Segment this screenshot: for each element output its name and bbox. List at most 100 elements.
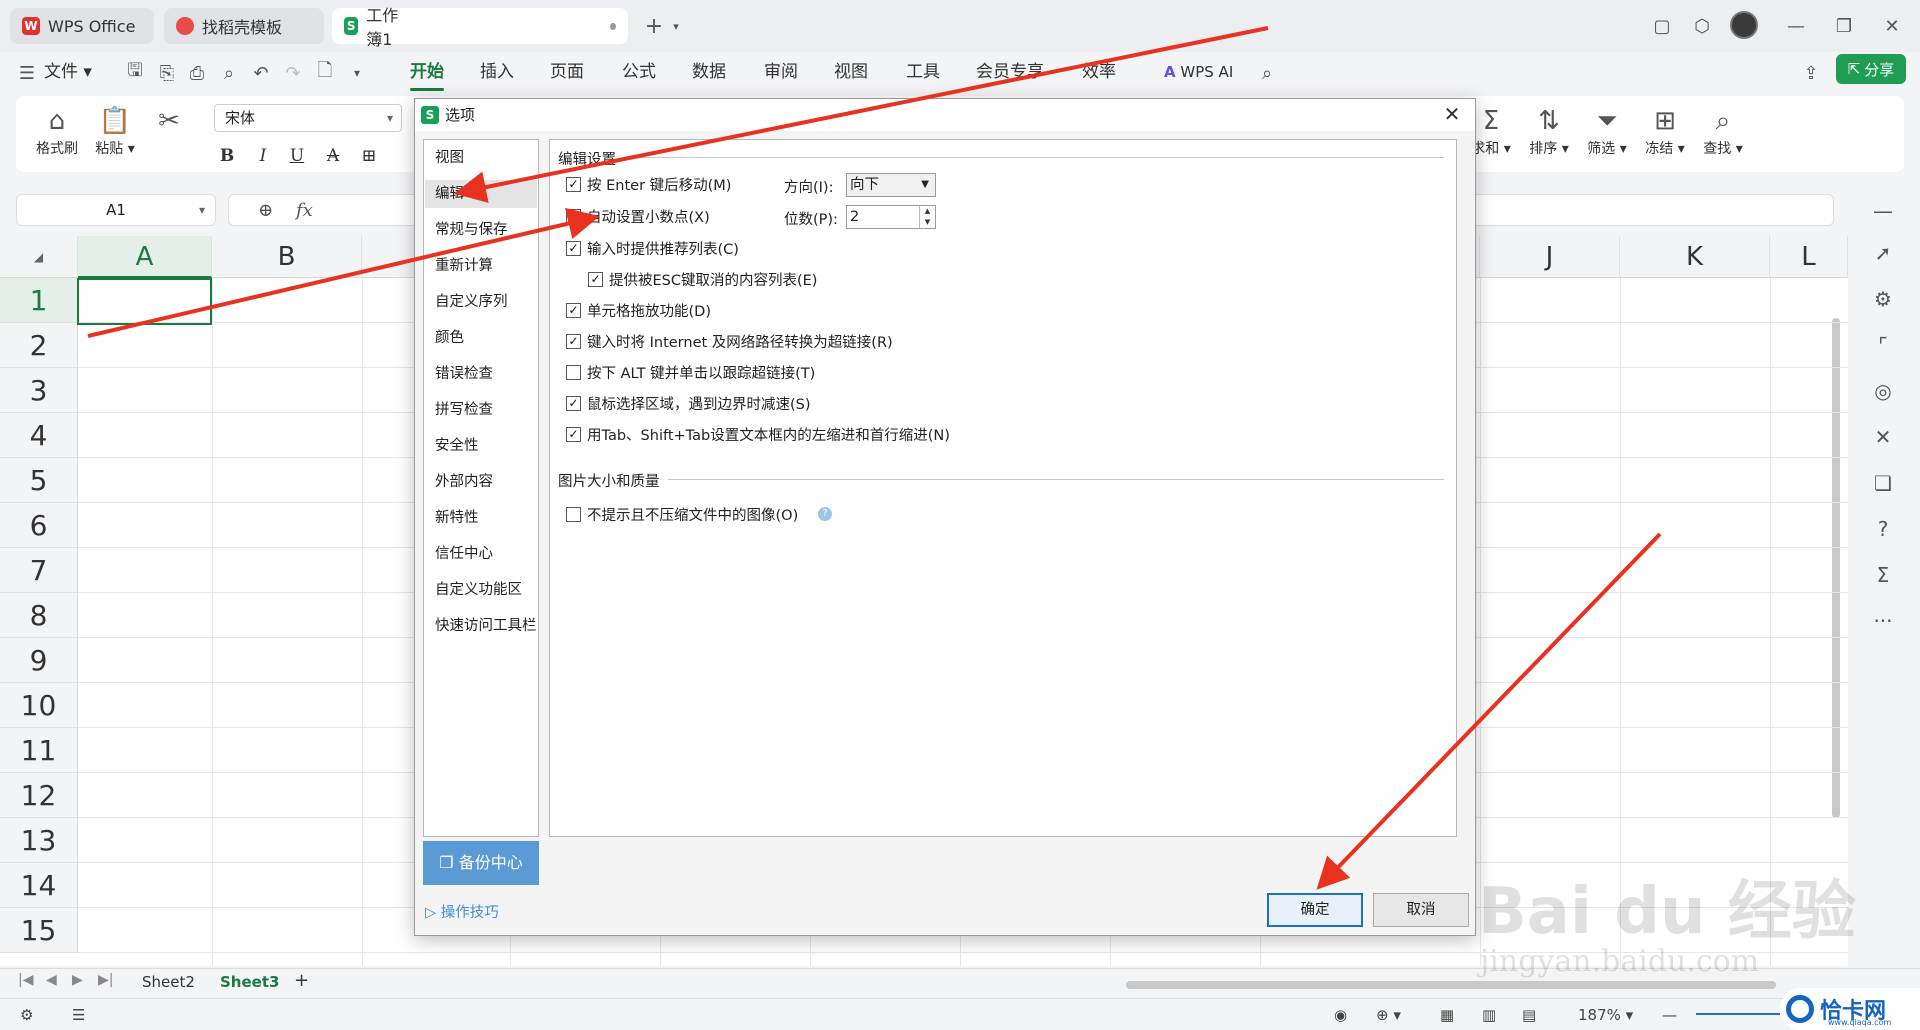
checkbox[interactable] xyxy=(566,365,581,380)
undo-icon[interactable]: ↶ xyxy=(250,62,272,84)
menu-file[interactable]: 文件 ▾ xyxy=(44,58,92,86)
menu-member[interactable]: 会员专享 xyxy=(976,58,1044,86)
find-button[interactable]: ⌕ 查找 ▾ xyxy=(1698,104,1748,158)
window-layout-icon[interactable]: ▢ xyxy=(1650,14,1674,38)
tab-template[interactable]: 找稻壳模板 xyxy=(164,8,324,44)
sheet-tab-sheet2[interactable]: Sheet2 xyxy=(142,973,195,991)
row-header[interactable]: 10 xyxy=(0,683,78,728)
menu-review[interactable]: 审阅 xyxy=(764,58,798,86)
zoom-out-icon[interactable]: — xyxy=(1662,1006,1677,1024)
layout-icon[interactable]: ⊕ ▾ xyxy=(1376,1006,1401,1024)
freeze-button[interactable]: ⊞ 冻结 ▾ xyxy=(1640,104,1690,158)
italic-button[interactable]: I xyxy=(250,144,276,168)
checkbox[interactable] xyxy=(566,507,581,522)
more-chevron-icon[interactable]: ▾ xyxy=(346,62,368,84)
spinner-icon[interactable]: ▲ ▼ xyxy=(919,206,935,228)
option-enter-move[interactable]: ✓ 按 Enter 键后移动(M) xyxy=(566,174,731,195)
ok-button[interactable]: 确定 xyxy=(1267,893,1363,927)
column-header-l[interactable]: L xyxy=(1770,236,1848,278)
normal-view-icon[interactable]: ▦ xyxy=(1440,1006,1454,1024)
bold-button[interactable]: B xyxy=(214,144,240,168)
menu-data[interactable]: 数据 xyxy=(692,58,726,86)
sheet-list-icon[interactable]: ☰ xyxy=(72,1006,85,1024)
row-header[interactable]: 12 xyxy=(0,773,78,818)
option-suggest-list[interactable]: ✓ 输入时提供推荐列表(C) xyxy=(566,238,739,259)
eye-icon[interactable]: ◉ xyxy=(1334,1006,1347,1024)
new-doc-icon[interactable]: 🗋 xyxy=(314,60,336,84)
print-preview-icon[interactable]: ⌕ xyxy=(218,62,240,84)
search-icon[interactable]: ⌕ xyxy=(1256,62,1278,84)
nav-item[interactable]: 安全性 xyxy=(435,434,479,455)
nav-item[interactable]: 信任中心 xyxy=(435,542,493,563)
row-header[interactable]: 15 xyxy=(0,908,78,953)
tab-workbook[interactable]: S 工作簿1 xyxy=(332,6,628,49)
nav-item[interactable]: 自定义序列 xyxy=(435,290,508,311)
strikethrough-button[interactable]: A xyxy=(320,144,346,168)
checkbox[interactable]: ✓ xyxy=(566,396,581,411)
zoom-level[interactable]: 187% ▾ xyxy=(1578,1006,1633,1024)
horizontal-scrollbar[interactable] xyxy=(1126,981,1776,989)
page-view-icon[interactable]: ▥ xyxy=(1482,1006,1496,1024)
nav-item[interactable]: 常规与保存 xyxy=(435,218,508,239)
tab-wps-office[interactable]: W WPS Office xyxy=(10,8,154,44)
page-break-icon[interactable]: ▤ xyxy=(1522,1006,1536,1024)
fx-icon[interactable]: fx xyxy=(296,200,313,221)
minimize-icon[interactable]: — xyxy=(1784,14,1808,38)
format-painter-button[interactable]: ⌂ 格式刷 xyxy=(32,104,82,158)
cube-icon[interactable]: ⬡ xyxy=(1690,14,1714,38)
nav-item[interactable]: 颜色 xyxy=(435,326,464,347)
menu-efficiency[interactable]: 效率 xyxy=(1082,58,1116,86)
prev-sheet-icon[interactable]: ◀ xyxy=(46,972,57,988)
macro-icon[interactable]: ⚙ xyxy=(20,1006,33,1024)
cursor-icon[interactable]: ➚ xyxy=(1868,238,1898,268)
cloud-upload-icon[interactable]: ⇪ xyxy=(1800,62,1822,84)
add-sheet-button[interactable]: + xyxy=(294,970,309,991)
row-header[interactable]: 2 xyxy=(0,323,78,368)
border-icon[interactable]: ⊞ xyxy=(356,144,382,168)
sort-button[interactable]: ⇅ 排序 ▾ xyxy=(1524,104,1574,158)
new-tab-icon[interactable]: + xyxy=(642,14,666,39)
collapse-icon[interactable]: — xyxy=(1868,196,1898,226)
nav-item[interactable]: 视图 xyxy=(435,146,464,167)
tools-icon[interactable]: ✕ xyxy=(1868,422,1898,452)
row-header[interactable]: 8 xyxy=(0,593,78,638)
row-header[interactable]: 1 xyxy=(0,278,78,323)
chart-icon[interactable]: ◎ xyxy=(1868,376,1898,406)
row-header[interactable]: 5 xyxy=(0,458,78,503)
underline-button[interactable]: U xyxy=(284,144,310,168)
sheet-tab-sheet3[interactable]: Sheet3 xyxy=(220,973,279,991)
option-mouse-slow[interactable]: ✓ 鼠标选择区域，遇到边界时减速(S) xyxy=(566,393,811,414)
column-header-j[interactable]: J xyxy=(1480,236,1620,278)
more-icon[interactable]: ··· xyxy=(1868,606,1898,636)
zoom-slider[interactable] xyxy=(1696,1013,1780,1015)
menu-page[interactable]: 页面 xyxy=(550,58,584,86)
nav-item[interactable]: 错误检查 xyxy=(435,362,493,383)
row-header[interactable]: 6 xyxy=(0,503,78,548)
menu-view[interactable]: 视图 xyxy=(834,58,868,86)
print-icon[interactable]: ⎙ xyxy=(186,62,208,84)
nav-item[interactable]: 重新计算 xyxy=(435,254,493,275)
close-window-icon[interactable]: ✕ xyxy=(1880,14,1904,38)
cut-button[interactable]: ✂ xyxy=(144,104,194,138)
nav-item[interactable]: 新特性 xyxy=(435,506,479,527)
cancel-button[interactable]: 取消 xyxy=(1373,893,1469,927)
option-no-compress[interactable]: 不提示且不压缩文件中的图像(O) xyxy=(566,504,798,525)
vertical-scrollbar[interactable] xyxy=(1832,318,1840,818)
checkbox[interactable]: ✓ xyxy=(566,303,581,318)
checkbox[interactable]: ✓ xyxy=(588,272,603,287)
places-input[interactable]: 2 ▲ ▼ xyxy=(846,205,936,229)
nav-item[interactable]: 拼写检查 xyxy=(435,398,493,419)
backup-center-button[interactable]: ❐ 备份中心 xyxy=(423,841,539,885)
next-sheet-icon[interactable]: ▶ xyxy=(72,972,83,988)
row-header[interactable]: 13 xyxy=(0,818,78,863)
menu-formula[interactable]: 公式 xyxy=(622,58,656,86)
chevron-down-icon[interactable]: ▾ xyxy=(664,14,688,38)
export-icon[interactable]: ⎘ xyxy=(156,62,178,84)
nav-item[interactable]: 外部内容 xyxy=(435,470,493,491)
menu-start[interactable]: 开始 xyxy=(410,58,444,86)
book-icon[interactable]: ❏ xyxy=(1868,468,1898,498)
checkbox[interactable]: ✓ xyxy=(566,334,581,349)
tips-link[interactable]: ▷ 操作技巧 xyxy=(425,901,499,922)
save-icon[interactable]: 🖫 xyxy=(124,60,146,84)
close-icon[interactable]: ✕ xyxy=(1439,101,1465,127)
